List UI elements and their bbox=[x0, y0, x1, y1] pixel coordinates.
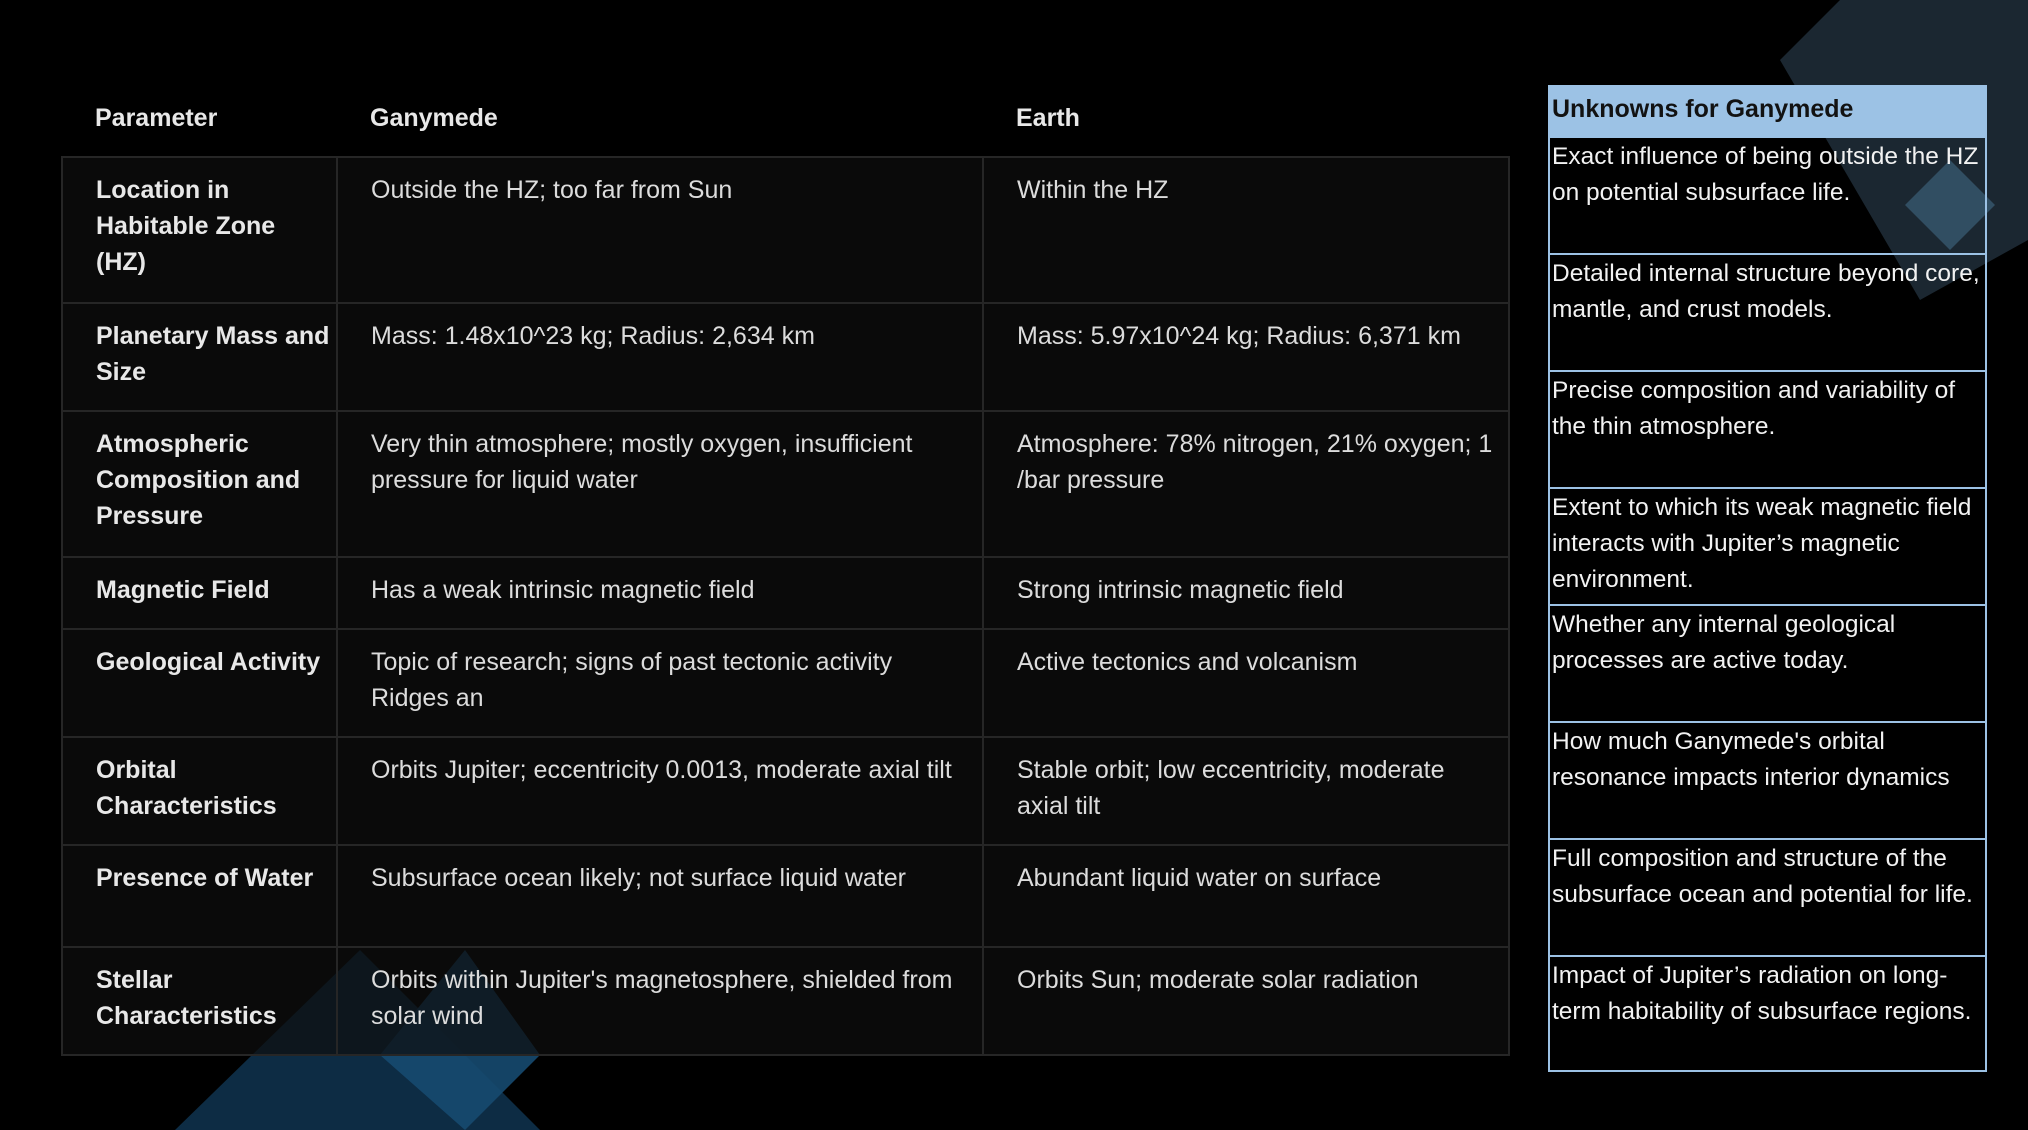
parameter-cell: Planetary Mass and Size bbox=[61, 302, 338, 412]
unknown-item: Detailed internal structure beyond core,… bbox=[1550, 253, 1985, 370]
ganymede-cell: Orbits Jupiter; eccentricity 0.0013, mod… bbox=[336, 736, 984, 846]
earth-cell: Abundant liquid water on surface bbox=[982, 844, 1510, 948]
header-parameter: Parameter bbox=[95, 103, 218, 132]
unknown-item: Impact of Jupiter’s radiation on long-te… bbox=[1550, 955, 1985, 1070]
ganymede-cell: Mass: 1.48x10^23 kg; Radius: 2,634 km bbox=[336, 302, 984, 412]
parameter-cell: Atmospheric Composition and Pressure bbox=[61, 410, 338, 558]
earth-cell: Orbits Sun; moderate solar radiation bbox=[982, 946, 1510, 1056]
table-row: Presence of Water Subsurface ocean likel… bbox=[61, 844, 1510, 948]
parameter-cell: Orbital Characteristics bbox=[61, 736, 338, 846]
ganymede-cell: Orbits within Jupiter's magnetosphere, s… bbox=[336, 946, 984, 1056]
ganymede-cell: Very thin atmosphere; mostly oxygen, ins… bbox=[336, 410, 984, 558]
unknown-item: Exact influence of being outside the HZ … bbox=[1550, 136, 1985, 253]
earth-cell: Within the HZ bbox=[982, 156, 1510, 304]
header-earth: Earth bbox=[1016, 103, 1080, 132]
table-header-row: Parameter Ganymede Earth bbox=[62, 80, 1509, 157]
unknown-item: How much Ganymede's orbital resonance im… bbox=[1550, 721, 1985, 838]
parameter-cell: Geological Activity bbox=[61, 628, 338, 738]
ganymede-cell: Topic of research; signs of past tectoni… bbox=[336, 628, 984, 738]
table-row: Stellar Characteristics Orbits within Ju… bbox=[61, 946, 1510, 1056]
parameter-cell: Stellar Characteristics bbox=[61, 946, 338, 1056]
earth-cell: Stable orbit; low eccentricity, moderate… bbox=[982, 736, 1510, 846]
header-ganymede: Ganymede bbox=[370, 103, 498, 132]
unknown-item: Extent to which its weak magnetic field … bbox=[1550, 487, 1985, 604]
earth-cell: Mass: 5.97x10^24 kg; Radius: 6,371 km bbox=[982, 302, 1510, 412]
table-row: Planetary Mass and Size Mass: 1.48x10^23… bbox=[61, 302, 1510, 412]
table-row: Location in Habitable Zone (HZ) Outside … bbox=[61, 156, 1510, 304]
unknown-item: Precise composition and variability of t… bbox=[1550, 370, 1985, 487]
unknown-item: Full composition and structure of the su… bbox=[1550, 838, 1985, 955]
comparison-table-container: Parameter Ganymede Earth Location in Hab… bbox=[61, 80, 1510, 1056]
parameter-cell: Magnetic Field bbox=[61, 556, 338, 630]
parameter-cell: Presence of Water bbox=[61, 844, 338, 948]
ganymede-cell: Outside the HZ; too far from Sun bbox=[336, 156, 984, 304]
ganymede-cell: Subsurface ocean likely; not surface liq… bbox=[336, 844, 984, 948]
table-row: Magnetic Field Has a weak intrinsic magn… bbox=[61, 556, 1510, 630]
unknowns-title: Unknowns for Ganymede bbox=[1550, 87, 1985, 136]
table-row: Orbital Characteristics Orbits Jupiter; … bbox=[61, 736, 1510, 846]
comparison-table: Parameter Ganymede Earth Location in Hab… bbox=[61, 80, 1510, 1056]
parameter-cell: Location in Habitable Zone (HZ) bbox=[61, 156, 338, 304]
earth-cell: Atmosphere: 78% nitrogen, 21% oxygen; 1 … bbox=[982, 410, 1510, 558]
earth-cell: Active tectonics and volcanism bbox=[982, 628, 1510, 738]
unknowns-panel: Unknowns for Ganymede Exact influence of… bbox=[1548, 85, 1987, 1072]
table-row: Geological Activity Topic of research; s… bbox=[61, 628, 1510, 738]
table-row: Atmospheric Composition and Pressure Ver… bbox=[61, 410, 1510, 558]
ganymede-cell: Has a weak intrinsic magnetic field bbox=[336, 556, 984, 630]
earth-cell: Strong intrinsic magnetic field bbox=[982, 556, 1510, 630]
unknown-item: Whether any internal geological processe… bbox=[1550, 604, 1985, 721]
